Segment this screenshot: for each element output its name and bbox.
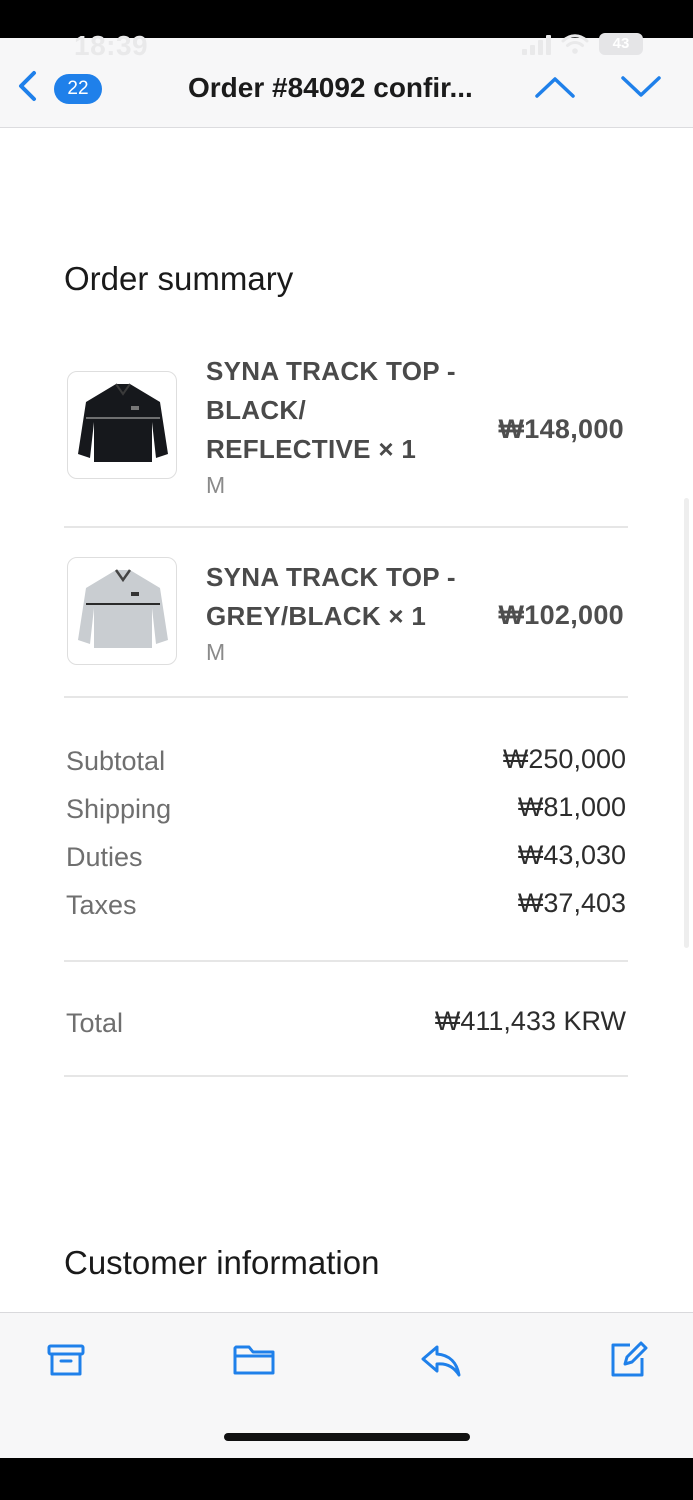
total-value: ₩411,433 KRW	[434, 1006, 626, 1036]
scroll-indicator	[684, 498, 689, 948]
subtotal-value: ₩250,000	[502, 744, 626, 774]
next-message-icon[interactable]	[620, 74, 662, 100]
item-name: SYNA TRACK TOP - GREY/BLACK × 1	[206, 562, 456, 631]
status-icons: 43	[522, 33, 643, 55]
product-image-black-track-top[interactable]	[67, 371, 177, 479]
status-time: 18:39	[74, 30, 149, 61]
duties-label: Duties	[66, 842, 143, 872]
mail-screen: 22 Order #84092 confir... Order summary …	[0, 38, 693, 1458]
home-indicator[interactable]	[224, 1433, 470, 1441]
divider	[64, 526, 628, 528]
folder-icon[interactable]	[232, 1339, 276, 1379]
item-price: ₩148,000	[498, 414, 624, 444]
bottom-bezel	[0, 1458, 693, 1500]
total-label: Total	[66, 1008, 124, 1038]
item-name: SYNA TRACK TOP - BLACK/ REFLECTIVE × 1	[206, 356, 456, 464]
item-variant: M	[206, 639, 226, 665]
customer-information-heading: Customer information	[64, 1244, 380, 1281]
black-jacket-icon	[78, 383, 168, 462]
unread-count-badge[interactable]: 22	[54, 74, 102, 104]
reply-icon[interactable]	[419, 1339, 463, 1379]
divider	[64, 960, 628, 962]
item-price: ₩102,000	[498, 600, 624, 630]
cellular-signal-icon	[522, 33, 551, 55]
back-chevron-icon[interactable]	[12, 68, 44, 104]
duties-value: ₩43,030	[517, 840, 626, 870]
compose-icon[interactable]	[608, 1339, 648, 1379]
bottom-toolbar	[0, 1312, 693, 1458]
product-image-grey-track-top[interactable]	[67, 557, 177, 665]
message-subject: Order #84092 confir...	[188, 72, 473, 103]
subtotal-label: Subtotal	[66, 746, 166, 776]
archive-icon[interactable]	[46, 1339, 86, 1379]
divider	[64, 1075, 628, 1077]
divider	[64, 696, 628, 698]
taxes-label: Taxes	[66, 890, 137, 920]
order-summary-heading: Order summary	[64, 260, 294, 297]
item-variant: M	[206, 472, 226, 498]
taxes-value: ₩37,403	[517, 888, 626, 918]
previous-message-icon[interactable]	[534, 74, 576, 100]
battery-icon: 43	[599, 33, 643, 55]
grey-jacket-icon	[78, 569, 168, 648]
wifi-icon	[561, 34, 589, 54]
shipping-value: ₩81,000	[517, 792, 626, 822]
shipping-label: Shipping	[66, 794, 172, 824]
